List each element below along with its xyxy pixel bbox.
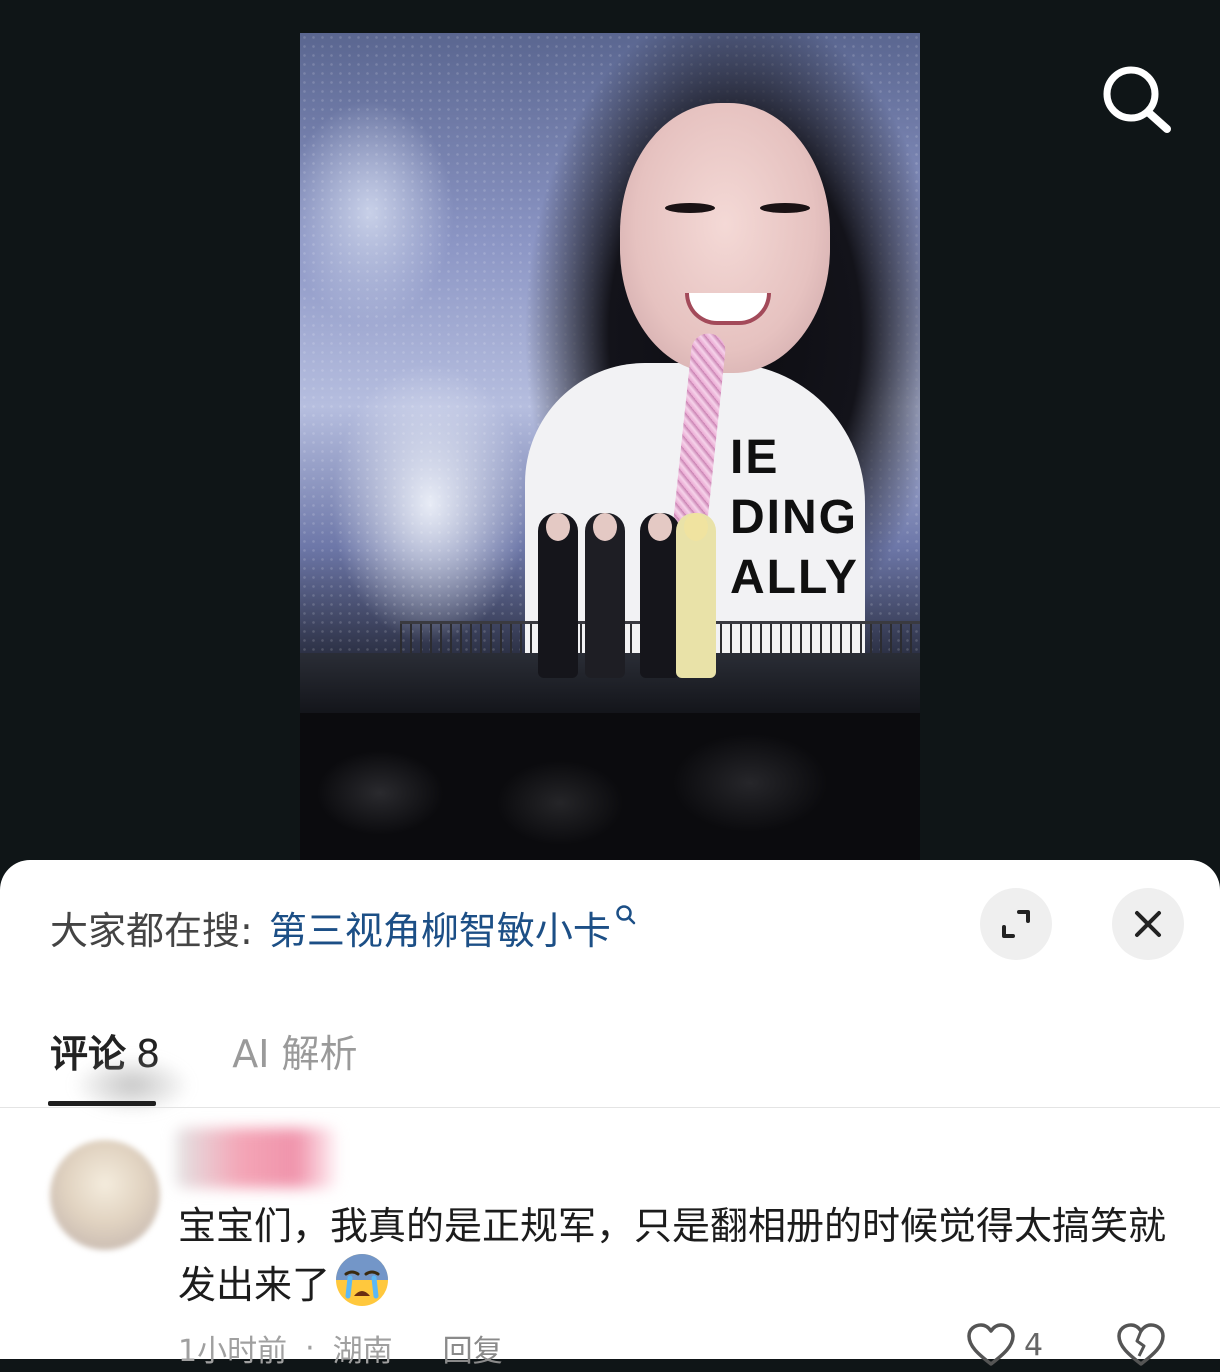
photo-shirt-text: IE DING ALLY [730,431,859,604]
meta-separator: · [305,1330,315,1366]
comment-time: 1小时前 [178,1334,288,1369]
close-button[interactable] [1112,888,1184,960]
photo-eye-right [760,203,810,213]
photo-crowd [300,713,920,863]
photo-performer [640,513,680,678]
like-button[interactable]: 4 [966,1322,1043,1368]
reply-button[interactable]: 回复 [443,1326,503,1370]
avatar[interactable] [50,1140,160,1250]
expand-button[interactable] [980,888,1052,960]
expand-icon [1002,910,1030,938]
broken-heart-icon [1117,1323,1165,1366]
dislike-button[interactable] [1116,1322,1166,1372]
comment-location: 湖南 [332,1334,393,1369]
blur-overlay [72,1055,192,1115]
media-viewer: IE DING ALLY [0,0,1220,880]
trending-query-link[interactable]: 第三视角柳智敏小卡 [253,900,637,955]
photo-performer [538,513,578,678]
heart-icon [967,1323,1015,1366]
comment-text: 宝宝们，我真的是正规军，只是翻相册的时候觉得太搞笑就发出来了 [178,1200,1178,1311]
comments-sheet: 大家都在搜: 第三视角柳智敏小卡 评论 8 AI 解析 宝宝们，我真的是正规军，… [0,860,1220,1369]
photo-face-shape [620,103,830,373]
post-photo[interactable]: IE DING ALLY [300,33,920,863]
active-tab-indicator [48,1101,156,1106]
trending-query-text: 第三视角柳智敏小卡 [268,908,611,953]
like-count: 4 [1024,1327,1044,1363]
tab-ai-analysis[interactable]: AI 解析 [232,1023,357,1078]
trending-search: 大家都在搜: 第三视角柳智敏小卡 [50,900,637,955]
photo-performer [676,513,716,678]
username-redacted[interactable] [176,1128,336,1188]
search-icon[interactable] [1100,62,1174,136]
trending-label: 大家都在搜: [50,908,253,953]
search-small-icon [616,905,636,925]
photo-eye-left [665,203,715,213]
comment-body: 宝宝们，我真的是正规军，只是翻相册的时候觉得太搞笑就发出来了 [178,1204,1167,1307]
comment-meta: 1小时前 · 湖南 回复 [178,1326,503,1370]
crying-face-emoji [334,1252,390,1308]
close-icon [1135,911,1161,937]
divider [0,1107,1220,1108]
photo-performer [585,513,625,678]
